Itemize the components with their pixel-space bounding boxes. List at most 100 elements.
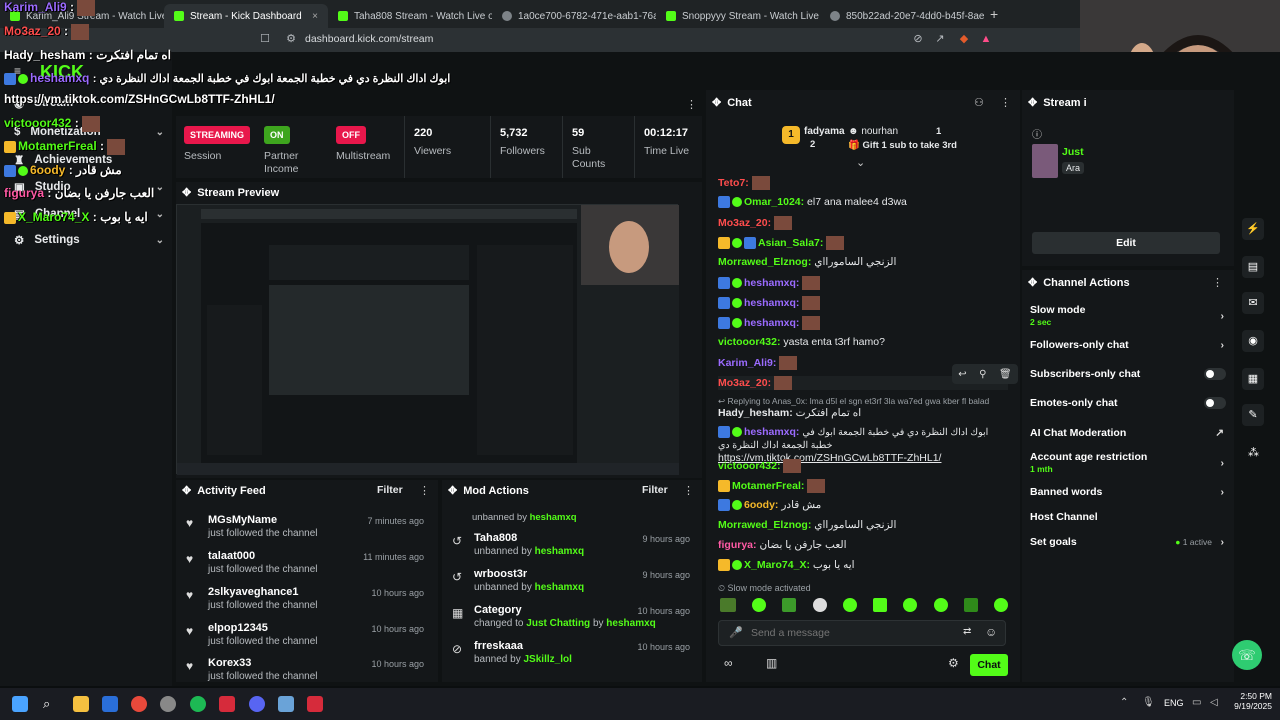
emote-icon[interactable] bbox=[933, 598, 948, 612]
chat-message-input[interactable] bbox=[751, 625, 941, 641]
chat-message[interactable]: heshamxq: bbox=[718, 276, 821, 290]
host-channel-row[interactable]: Host Channel bbox=[1030, 511, 1226, 523]
file-explorer-icon[interactable] bbox=[73, 696, 89, 712]
microphone-icon[interactable]: 🎙 bbox=[1142, 697, 1155, 708]
emote-icon[interactable] bbox=[873, 598, 888, 612]
chat-message[interactable]: Morrawed_Elznog: الزنجي السامورااي bbox=[718, 519, 896, 531]
leaderboard-user-2[interactable]: ☻ nourhan bbox=[848, 126, 898, 137]
emoji-icon[interactable]: ☺ bbox=[985, 625, 997, 639]
more-options-icon[interactable]: ⋮ bbox=[1000, 96, 1011, 109]
support-chat-icon[interactable]: ☏ bbox=[1232, 640, 1262, 670]
community-icon[interactable]: ⁂ bbox=[1248, 446, 1259, 459]
chat-message[interactable]: Asian_Sala7: bbox=[718, 236, 845, 250]
more-options-icon[interactable]: ⋮ bbox=[1212, 276, 1223, 289]
tray-arrow-icon[interactable]: ⌃ bbox=[1120, 697, 1128, 708]
chat-message[interactable]: Omar_1024: el7 ana malee4 d3wa bbox=[718, 196, 907, 209]
rewards-icon[interactable]: ∞ bbox=[724, 656, 733, 670]
clock[interactable]: 2:50 PM 9/19/2025 bbox=[1228, 691, 1272, 711]
chat-message[interactable]: 6oody: مش قادر bbox=[718, 499, 821, 512]
stream-preview-video[interactable] bbox=[176, 204, 679, 475]
chat-input-box[interactable]: 🎤 ⇄ ☺ bbox=[718, 620, 1006, 646]
site-info-icon[interactable]: ⚙ bbox=[285, 33, 297, 45]
store-icon[interactable] bbox=[102, 696, 118, 712]
emotes-only-row[interactable]: Emotes-only chat bbox=[1030, 397, 1226, 409]
emote-icon[interactable] bbox=[812, 598, 827, 612]
followers-only-row[interactable]: Followers-only chat › bbox=[1030, 339, 1226, 351]
broadcast-icon[interactable]: ◉ bbox=[1242, 330, 1264, 352]
layout-icon[interactable]: ▦ bbox=[1242, 368, 1264, 390]
subscribers-only-toggle[interactable] bbox=[1204, 368, 1226, 380]
delete-icon[interactable]: 🗑 bbox=[999, 369, 1012, 380]
collapse-icon[interactable]: ⌄ bbox=[856, 156, 865, 169]
translate-icon[interactable]: ⇄ bbox=[963, 626, 971, 637]
chat-message[interactable]: figurya: العب جارفن يا بضان bbox=[718, 539, 847, 551]
chat-message[interactable]: Morrawed_Elznog: الزنجي السامورااي bbox=[718, 256, 896, 268]
share-icon[interactable]: ↗ bbox=[934, 33, 946, 45]
category-thumbnail[interactable] bbox=[1032, 144, 1058, 178]
more-options-icon[interactable]: ⋮ bbox=[686, 98, 697, 111]
send-chat-button[interactable]: Chat bbox=[970, 654, 1008, 676]
chat-message[interactable]: MotamerFreal: bbox=[718, 479, 826, 493]
emote-icon[interactable] bbox=[993, 598, 1008, 612]
chat-message[interactable]: Teto7: bbox=[718, 176, 770, 190]
app-icon[interactable] bbox=[160, 696, 176, 712]
bookmark-icon[interactable]: ☐ bbox=[259, 33, 271, 45]
app-icon[interactable] bbox=[307, 696, 323, 712]
browser-tab[interactable]: Taha808 Stream - Watch Live on Kick× bbox=[328, 4, 492, 28]
stat-partner-income[interactable]: ON Partner Income bbox=[264, 126, 332, 188]
gift-sub-prompt[interactable]: 🎁 Gift 1 sub to take 3rd bbox=[848, 140, 957, 151]
mod-action-item[interactable]: ↺ Taha808 unbanned by heshamxq 9 hours ago bbox=[452, 532, 698, 566]
activity-item[interactable]: ♥ elpop12345 just followed the channel 10 h… bbox=[186, 622, 432, 656]
emote-icon[interactable] bbox=[903, 598, 918, 612]
gear-icon[interactable]: ⚙ bbox=[948, 656, 959, 670]
brave-icon[interactable]: ◆ bbox=[958, 33, 970, 45]
chat-message[interactable]: X_Maro74_X: ايه يا بوب bbox=[718, 559, 855, 572]
chat-icon[interactable]: ✉ bbox=[1242, 292, 1264, 314]
emote-icon[interactable] bbox=[752, 598, 767, 612]
new-tab-button[interactable]: + bbox=[990, 6, 998, 22]
activity-item[interactable]: ♥ 2slkyaveghance1 just followed the channe… bbox=[186, 586, 432, 620]
wrench-icon[interactable]: ✎ bbox=[1242, 404, 1264, 426]
chrome-icon[interactable] bbox=[131, 696, 147, 712]
emote-icon[interactable] bbox=[782, 598, 797, 612]
leaderboard-user[interactable]: fadyama bbox=[804, 126, 845, 137]
ai-moderation-row[interactable]: AI Chat Moderation ↗ bbox=[1030, 427, 1226, 439]
set-goals-row[interactable]: Set goals ● 1 active › bbox=[1030, 536, 1226, 548]
browser-tab-active[interactable]: Stream - Kick Dashboard × bbox=[164, 4, 328, 28]
rewards-icon[interactable]: ▲ bbox=[980, 33, 992, 45]
language-indicator[interactable]: ENG bbox=[1164, 698, 1184, 708]
app-icon[interactable] bbox=[278, 696, 294, 712]
start-icon[interactable] bbox=[12, 696, 28, 712]
browser-tab[interactable]: 850b22ad-20e7-4dd0-b45f-8ae315× bbox=[820, 4, 984, 28]
emote-icon[interactable] bbox=[720, 598, 736, 612]
subscribers-only-row[interactable]: Subscribers-only chat bbox=[1030, 368, 1226, 380]
gift-icon[interactable]: ▥ bbox=[766, 656, 777, 670]
emote-icon[interactable] bbox=[842, 598, 857, 612]
search-icon[interactable]: ⌕ bbox=[43, 696, 59, 712]
network-icon[interactable]: ▭ bbox=[1192, 697, 1201, 708]
spotify-icon[interactable] bbox=[190, 696, 206, 712]
stat-multistream[interactable]: OFF Multistream bbox=[336, 126, 390, 188]
activity-item[interactable]: ♥ Korex33 just followed the channel 10 hour… bbox=[186, 657, 432, 691]
chat-message[interactable]: heshamxq: bbox=[718, 316, 821, 330]
emotes-only-toggle[interactable] bbox=[1204, 397, 1226, 409]
discord-icon[interactable] bbox=[249, 696, 265, 712]
notes-icon[interactable]: ▤ bbox=[1242, 256, 1264, 278]
account-age-row[interactable]: Account age restriction 1 mth › bbox=[1030, 451, 1226, 474]
emote-icon[interactable] bbox=[963, 598, 978, 612]
chat-message[interactable]: victooor432: bbox=[718, 459, 802, 473]
close-icon[interactable]: × bbox=[312, 11, 318, 22]
edit-stream-info-button[interactable]: Edit bbox=[1032, 232, 1220, 254]
url-field[interactable]: dashboard.kick.com/stream bbox=[305, 33, 433, 45]
chat-message[interactable]: Mo3az_20: bbox=[718, 216, 793, 230]
reply-icon[interactable]: ↩ bbox=[958, 369, 966, 380]
chat-message[interactable]: Hady_hesham: اه تمام افتكرت bbox=[718, 407, 861, 419]
chat-message[interactable]: heshamxq: bbox=[718, 296, 821, 310]
browser-tab[interactable]: 1a0ce700-6782-471e-aab1-76aa252× bbox=[492, 4, 656, 28]
category-tag[interactable]: Ara bbox=[1062, 162, 1085, 174]
slow-mode-row[interactable]: Slow mode 2 sec › bbox=[1030, 304, 1226, 327]
activity-item[interactable]: ♥ MGsMyName just followed the channel 7 min… bbox=[186, 514, 432, 548]
pin-icon[interactable]: ⚲ bbox=[979, 369, 986, 380]
mod-action-item[interactable]: ▦ Category changed to Just Chatting by hes… bbox=[452, 604, 698, 638]
chat-message[interactable]: Karim_Ali9: bbox=[718, 356, 798, 370]
